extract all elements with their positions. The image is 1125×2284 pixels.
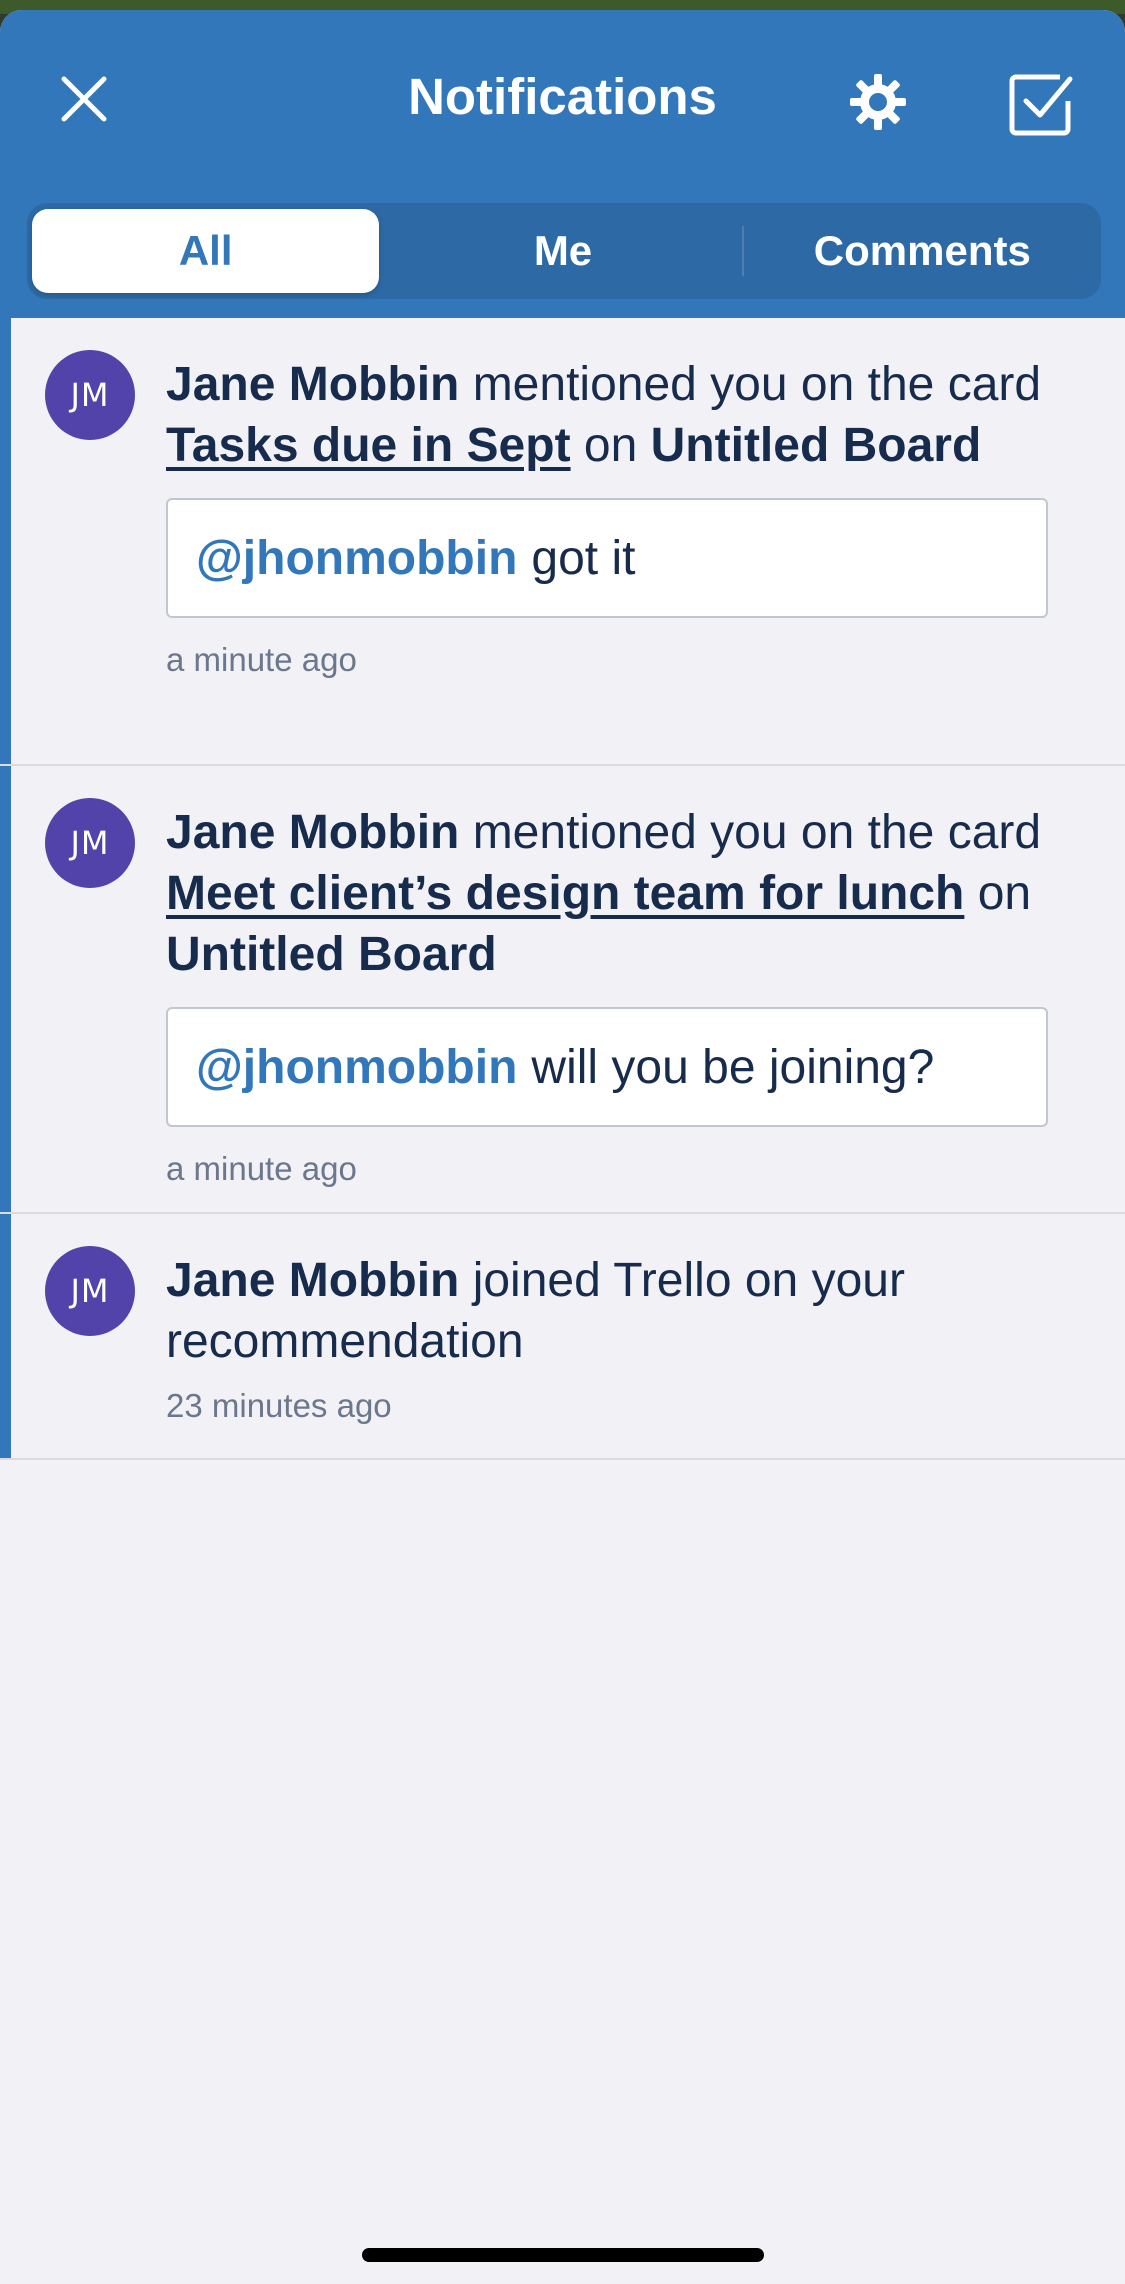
notification-message: Jane Mobbin mentioned you on the card Me…: [166, 802, 1066, 985]
timestamp: a minute ago: [166, 1150, 357, 1187]
notifications-sheet: Notifications All Me Comments JM Jane Mo…: [0, 10, 1125, 2284]
on-text: on: [583, 419, 638, 472]
timestamp: 23 minutes ago: [166, 1387, 392, 1424]
timestamp: a minute ago: [166, 641, 357, 678]
card-link[interactable]: Tasks due in Sept: [166, 419, 571, 472]
mention[interactable]: @jhonmobbin: [196, 1040, 517, 1095]
notification-body: Jane Mobbin mentioned you on the card Me…: [166, 802, 1066, 1191]
filter-tabs: All Me Comments: [27, 203, 1101, 299]
comment-text: got it: [531, 531, 636, 585]
comment-text: will you be joining?: [531, 1040, 935, 1094]
mark-all-read-button[interactable]: [1005, 68, 1077, 140]
tab-me[interactable]: Me: [389, 209, 736, 293]
notification-body: Jane Mobbin joined Trello on your recomm…: [166, 1250, 1066, 1428]
notification-message: Jane Mobbin mentioned you on the card Ta…: [166, 354, 1066, 476]
comment-quote[interactable]: @jhonmobbin will you be joining?: [166, 1007, 1048, 1127]
actor-name: Jane Mobbin: [166, 358, 460, 411]
board-name[interactable]: Untitled Board: [166, 928, 497, 981]
notification-item[interactable]: JM Jane Mobbin joined Trello on your rec…: [0, 1214, 1125, 1460]
notification-item[interactable]: JM Jane Mobbin mentioned you on the card…: [0, 318, 1125, 766]
comment-quote[interactable]: @jhonmobbin got it: [166, 498, 1048, 618]
tab-all[interactable]: All: [32, 209, 380, 293]
avatar: JM: [45, 1246, 135, 1336]
settings-button[interactable]: [846, 70, 910, 134]
card-link[interactable]: Meet client’s design team for lunch: [166, 867, 964, 920]
gear-icon: [850, 74, 906, 130]
checkbox-check-icon: [1009, 74, 1073, 136]
action-text: mentioned you on the card: [472, 358, 1042, 411]
actor-name: Jane Mobbin: [166, 806, 460, 859]
header: Notifications All Me Comments: [0, 10, 1125, 318]
close-icon: [61, 76, 107, 122]
tab-divider: [741, 226, 744, 276]
home-indicator: [362, 2248, 764, 2262]
avatar: JM: [45, 350, 135, 440]
actor-name: Jane Mobbin: [166, 1254, 460, 1307]
tab-comments[interactable]: Comments: [749, 209, 1096, 293]
on-text: on: [977, 867, 1032, 920]
notification-item[interactable]: JM Jane Mobbin mentioned you on the card…: [0, 766, 1125, 1214]
action-text: mentioned you on the card: [472, 806, 1042, 859]
board-name[interactable]: Untitled Board: [651, 419, 982, 472]
avatar: JM: [45, 798, 135, 888]
notification-message: Jane Mobbin joined Trello on your recomm…: [166, 1250, 1066, 1372]
page-title: Notifications: [408, 68, 717, 125]
notification-body: Jane Mobbin mentioned you on the card Ta…: [166, 354, 1066, 682]
notification-list: JM Jane Mobbin mentioned you on the card…: [0, 318, 1125, 1460]
mention[interactable]: @jhonmobbin: [196, 531, 517, 586]
close-button[interactable]: [52, 67, 116, 131]
